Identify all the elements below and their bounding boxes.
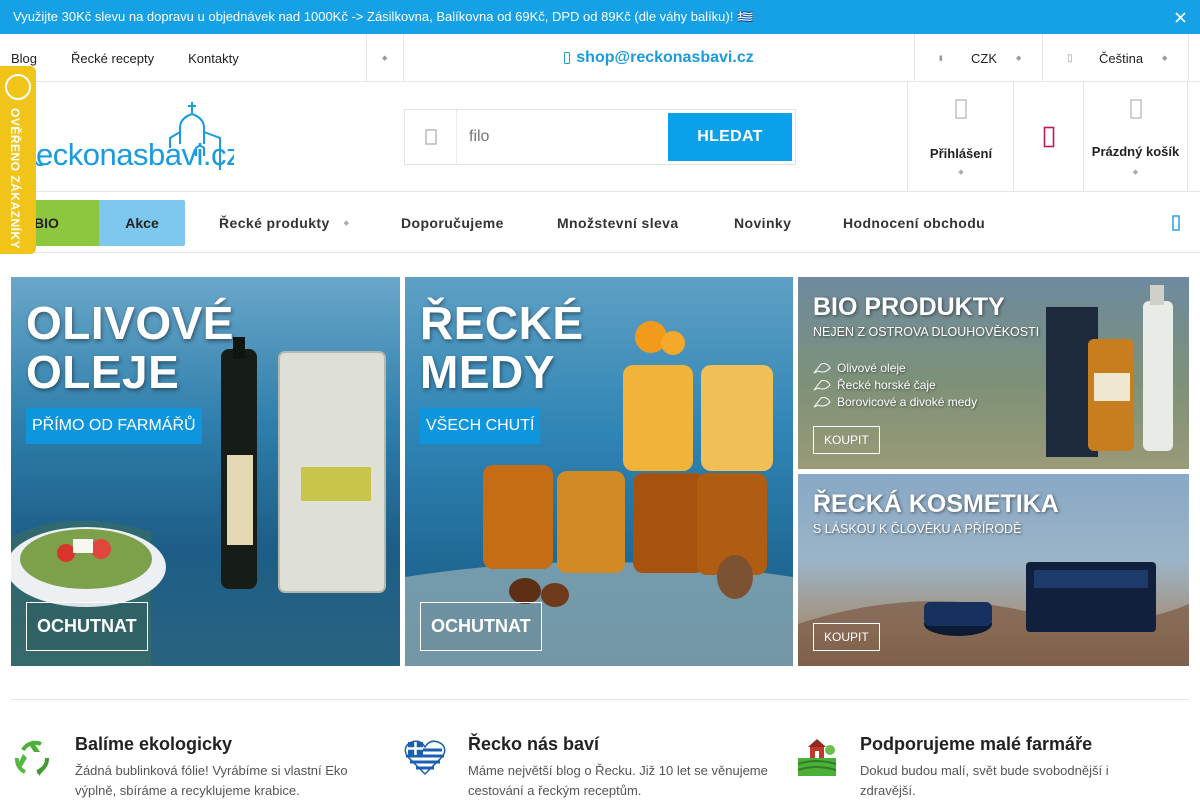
language-selector[interactable]: ▯ Čeština ◆ [1043,34,1188,82]
list-item: Borovicové a divoké medy [813,393,977,410]
cart-icon [1084,98,1187,120]
feature-title: Řecko nás baví [468,734,600,754]
banner-bio-products[interactable]: BIO PRODUKTY NEJEN Z OSTROVA DLOUHOVĚKOS… [798,277,1189,469]
feature-title: Balíme ekologicky [75,734,233,754]
top-links: Blog Řecké recepty Kontakty [11,34,239,82]
chevron-down-icon: ◆ [1162,55,1168,62]
nav-volume-discount[interactable]: Množstevní sleva [557,192,679,253]
cart-label: Prázdný košík [1091,144,1180,159]
chevron-down-icon: ◆ [1016,55,1022,62]
list-item: Řecké horské čaje [813,376,977,393]
banner-olive-oils[interactable]: OLIVOVÉ OLEJE PŘÍMO OD FARMÁŘŮ OCHUTNAT [11,277,400,666]
banner-tag: PŘÍMO OD FARMÁŘŮ [26,408,202,444]
honey-cta-button[interactable]: OCHUTNAT [420,602,542,651]
nav-greek-products[interactable]: Řecké produkty ◆ [219,192,349,253]
email-text: shop@reckonasbavi.cz [576,49,754,66]
banner-greek-honey[interactable]: ŘECKÉ MEDY VŠECH CHUTÍ OCHUTNAT [405,277,793,666]
greek-flag-heart-icon [404,740,446,776]
banner-title: ŘECKÁ KOSMETIKA [813,490,1059,518]
search-icon[interactable] [405,110,457,164]
section-divider [11,699,1189,700]
nav-search-icon[interactable] [1172,192,1180,253]
site-logo[interactable]: eckonasbavi.cz [33,98,241,178]
feature-title: Podporujeme malé farmáře [860,734,1093,754]
phone-icon [564,52,571,64]
cosmetics-buy-button[interactable]: KOUPIT [813,623,880,651]
main-nav: BIO Akce Řecké produkty ◆ Doporučujeme M… [0,192,1200,253]
search-box: HLEDAT [404,109,796,165]
svg-text:eckonasbavi.cz: eckonasbavi.cz [36,137,234,172]
login-label: Přihlášení [929,146,993,161]
search-button[interactable]: HLEDAT [668,113,792,161]
top-bar: Blog Řecké recepty Kontakty ◆ shop@recko… [0,34,1200,82]
top-link-contacts[interactable]: Kontakty [188,51,239,66]
olive-cta-button[interactable]: OCHUTNAT [26,602,148,651]
currency-value: CZK [971,50,997,66]
farm-icon [797,739,837,776]
globe-icon: ▯ [1067,52,1073,64]
banner-title: ŘECKÉ MEDY [420,297,584,398]
cart-button[interactable]: Prázdný košík ◆ [1083,82,1188,192]
bio-list: Olivové oleje Řecké horské čaje Borovico… [813,359,977,410]
heart-icon [1014,126,1083,148]
feature-text: Dokud budou malí, svět bude svobodnější … [860,763,1109,798]
language-value: Čeština [1099,50,1144,66]
divider [366,34,367,82]
top-link-recipes[interactable]: Řecké recepty [71,51,154,66]
nav-label: Řecké produkty [219,214,330,231]
banner-tag: VŠECH CHUTÍ [420,408,541,444]
leaf-icon [813,396,831,407]
nav-shop-reviews[interactable]: Hodnocení obchodu [843,192,985,253]
feature-text: Máme největší blog o Řecku. Již 10 let s… [468,763,768,798]
leaf-icon [813,362,831,373]
list-item: Olivové oleje [813,359,977,376]
verified-text: OVĚŘENO ZÁKAZNÍKY [8,108,22,250]
more-icon[interactable]: ◆ [382,34,387,82]
top-link-blog[interactable]: Blog [11,51,37,66]
recycle-icon [14,740,49,776]
promo-text: Využijte 30Kč slevu na dopravu u objedná… [13,9,754,24]
login-button[interactable]: Přihlášení ◆ [907,82,1014,192]
banner-greek-cosmetics[interactable]: ŘECKÁ KOSMETIKA S LÁSKOU K ČLOVĚKU A PŘÍ… [798,474,1189,666]
email-link[interactable]: shop@reckonasbavi.cz [404,34,914,82]
banner-title: OLIVOVÉ OLEJE [26,297,234,398]
nav-recommended[interactable]: Doporučujeme [401,192,504,253]
currency-icon: ▮ [939,55,943,62]
nav-akce[interactable]: Akce [99,200,185,246]
banner-subtitle: NEJEN Z OSTROVA DLOUHOVĚKOSTI [813,325,1040,339]
bio-buy-button[interactable]: KOUPIT [813,426,880,454]
verified-badge[interactable]: OVĚŘENO ZÁKAZNÍKY [0,66,36,254]
divider [1188,34,1189,82]
favorites-button[interactable] [1013,82,1083,192]
banner-title: BIO PRODUKTY [813,293,1005,321]
verified-seal-icon [5,74,31,100]
search-input[interactable] [469,124,659,150]
chevron-down-icon: ◆ [958,169,964,176]
chevron-down-icon: ◆ [1132,169,1139,176]
feature-text: Žádná bublinková fólie! Vyrábíme si vlas… [75,763,348,798]
currency-selector[interactable]: ▮ CZK ◆ [915,34,1042,82]
close-icon[interactable] [1170,0,1190,34]
header: eckonasbavi.cz HLEDAT Přihlášení ◆ Prázd… [0,82,1200,192]
chevron-down-icon: ◆ [343,219,350,227]
leaf-icon [813,379,831,390]
promo-bar: Využijte 30Kč slevu na dopravu u objedná… [0,0,1200,34]
banner-subtitle: S LÁSKOU K ČLOVĚKU A PŘÍRODĚ [813,522,1022,536]
nav-new[interactable]: Novinky [734,192,791,253]
user-icon [908,98,1014,120]
